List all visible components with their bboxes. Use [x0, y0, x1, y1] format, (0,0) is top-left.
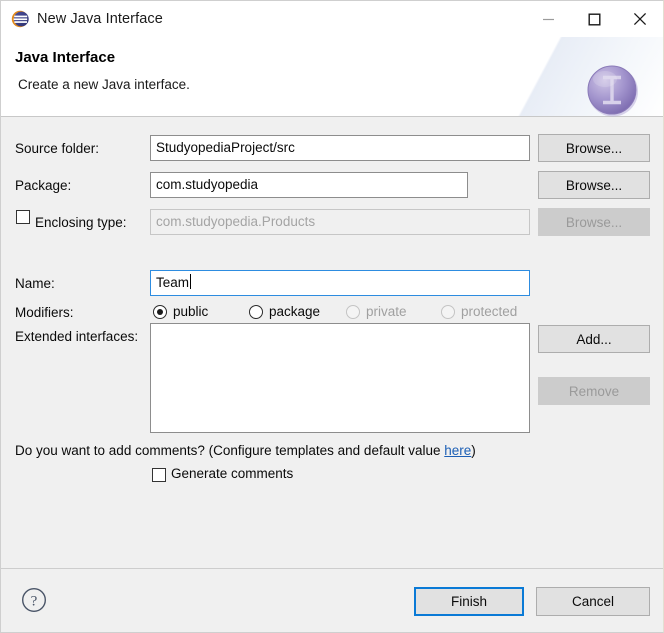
modifier-label-protected: protected — [461, 304, 518, 319]
configure-templates-link[interactable]: here — [444, 443, 471, 458]
generate-comments-checkbox[interactable] — [152, 468, 166, 482]
window-title: New Java Interface — [37, 11, 163, 27]
dialog-footer: ? Finish Cancel — [1, 568, 663, 632]
help-icon[interactable]: ? — [21, 587, 47, 613]
minimize-icon[interactable] — [525, 1, 571, 37]
modifier-label-private: private — [366, 304, 407, 319]
package-input[interactable]: com.studyopedia — [150, 172, 468, 198]
svg-text:?: ? — [31, 594, 38, 610]
extended-interfaces-label: Extended interfaces: — [15, 329, 139, 344]
dialog-body: Source folder: StudyopediaProject/src Br… — [1, 117, 663, 568]
dialog-header: Java Interface Create a new Java interfa… — [1, 37, 663, 117]
name-input-value: Team — [156, 275, 190, 290]
cancel-button[interactable]: Cancel — [536, 587, 650, 616]
finish-button[interactable]: Finish — [414, 587, 524, 616]
close-icon[interactable] — [617, 1, 663, 37]
enclosing-type-input: com.studyopedia.Products — [150, 209, 530, 235]
java-interface-icon — [585, 62, 641, 118]
modifier-label-public: public — [173, 304, 209, 319]
window-controls — [525, 1, 663, 37]
page-title: Java Interface — [15, 49, 116, 66]
name-label: Name: — [15, 276, 55, 291]
source-folder-label: Source folder: — [15, 141, 100, 156]
title-bar: New Java Interface — [1, 1, 663, 37]
eclipse-icon — [11, 10, 29, 28]
modifier-radio-package[interactable] — [249, 305, 263, 319]
add-interface-button[interactable]: Add... — [538, 325, 650, 353]
new-java-interface-dialog: New Java Interface Java Interface Create… — [0, 0, 664, 633]
modifier-radio-protected — [441, 305, 455, 319]
page-subtitle: Create a new Java interface. — [18, 77, 190, 92]
enclosing-type-label: Enclosing type: — [35, 215, 127, 230]
enclosing-type-browse-button: Browse... — [538, 208, 650, 236]
enclosing-type-checkbox[interactable] — [16, 210, 30, 224]
generate-comments-label: Generate comments — [171, 466, 294, 481]
modifiers-label: Modifiers: — [15, 305, 74, 320]
maximize-icon[interactable] — [571, 1, 617, 37]
name-input[interactable]: Team — [150, 270, 530, 296]
package-browse-button[interactable]: Browse... — [538, 171, 650, 199]
modifier-radio-public[interactable] — [153, 305, 167, 319]
source-folder-input[interactable]: StudyopediaProject/src — [150, 135, 530, 161]
modifier-radio-private — [346, 305, 360, 319]
comments-question-after: ) — [471, 443, 476, 458]
remove-interface-button: Remove — [538, 377, 650, 405]
comments-question: Do you want to add comments? (Configure … — [15, 443, 476, 458]
text-caret — [190, 274, 192, 289]
source-folder-browse-button[interactable]: Browse... — [538, 134, 650, 162]
modifier-label-package: package — [269, 304, 321, 319]
comments-question-before: Do you want to add comments? (Configure … — [15, 443, 445, 458]
package-label: Package: — [15, 178, 72, 193]
extended-interfaces-listbox[interactable] — [150, 323, 530, 433]
